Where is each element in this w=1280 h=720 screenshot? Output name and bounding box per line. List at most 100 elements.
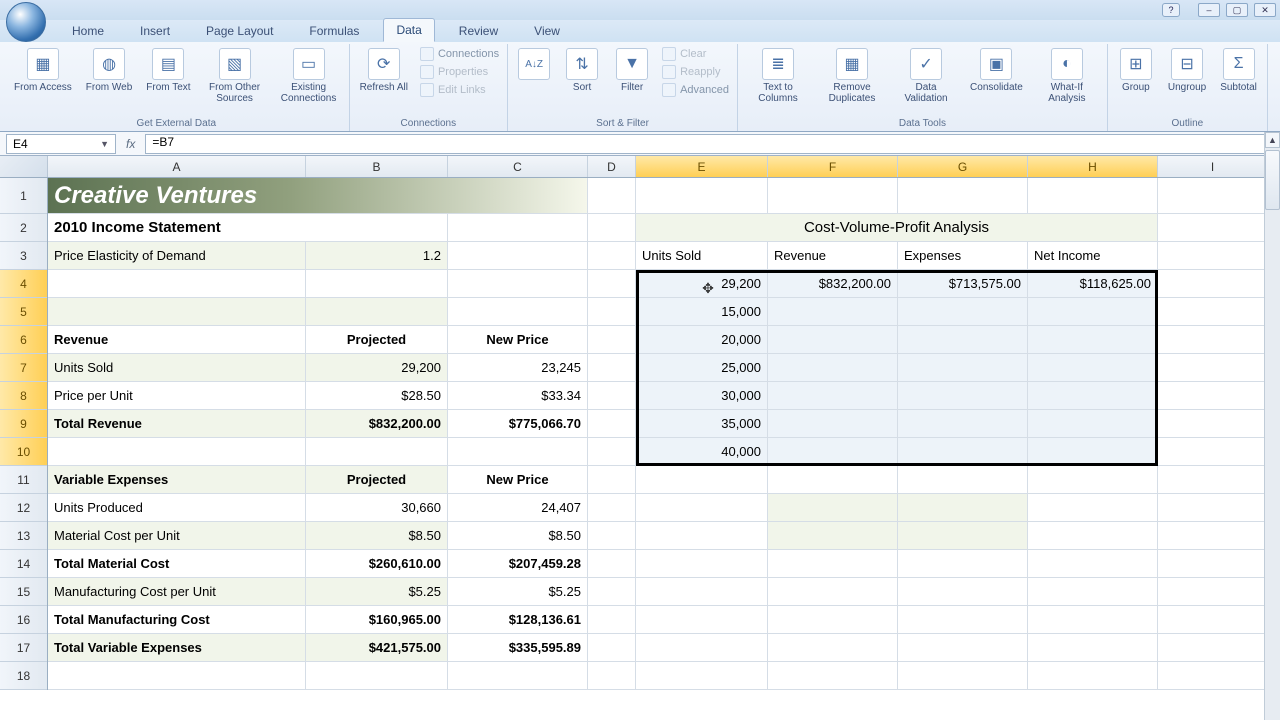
- row-11[interactable]: 11: [0, 466, 47, 494]
- cell-E6[interactable]: 20,000: [636, 326, 768, 354]
- cell-I6[interactable]: [1158, 326, 1268, 354]
- cell-H6[interactable]: [1028, 326, 1158, 354]
- col-E[interactable]: E: [636, 156, 768, 177]
- tab-view[interactable]: View: [522, 20, 572, 42]
- cell-A2[interactable]: 2010 Income Statement: [48, 214, 448, 242]
- cell-E3[interactable]: Units Sold: [636, 242, 768, 270]
- cell-F10[interactable]: [768, 438, 898, 466]
- cell-B18[interactable]: [306, 662, 448, 690]
- tab-formulas[interactable]: Formulas: [297, 20, 371, 42]
- cell-A6[interactable]: Revenue: [48, 326, 306, 354]
- cell-F1[interactable]: [768, 178, 898, 214]
- cell-C18[interactable]: [448, 662, 588, 690]
- cell-B4[interactable]: [306, 270, 448, 298]
- cell-H12[interactable]: [1028, 494, 1158, 522]
- cell-I7[interactable]: [1158, 354, 1268, 382]
- vertical-scrollbar[interactable]: ▲: [1264, 132, 1280, 720]
- row-8[interactable]: 8: [0, 382, 47, 410]
- cell-H8[interactable]: [1028, 382, 1158, 410]
- cell-C7[interactable]: 23,245: [448, 354, 588, 382]
- group-button[interactable]: ⊞Group: [1114, 46, 1158, 95]
- cell-H1[interactable]: [1028, 178, 1158, 214]
- cell-A14[interactable]: Total Material Cost: [48, 550, 306, 578]
- col-G[interactable]: G: [898, 156, 1028, 177]
- row-4[interactable]: 4: [0, 270, 47, 298]
- cell-C17[interactable]: $335,595.89: [448, 634, 588, 662]
- cell-C10[interactable]: [448, 438, 588, 466]
- cell-I5[interactable]: [1158, 298, 1268, 326]
- existing-connections-button[interactable]: ▭Existing Connections: [275, 46, 343, 106]
- cell-E17[interactable]: [636, 634, 768, 662]
- cell-B13[interactable]: $8.50: [306, 522, 448, 550]
- cell-F16[interactable]: [768, 606, 898, 634]
- cell-F4[interactable]: $832,200.00: [768, 270, 898, 298]
- cell-C12[interactable]: 24,407: [448, 494, 588, 522]
- cell-F18[interactable]: [768, 662, 898, 690]
- cell-I13[interactable]: [1158, 522, 1268, 550]
- cell-D17[interactable]: [588, 634, 636, 662]
- row-18[interactable]: 18: [0, 662, 47, 690]
- cell-A10[interactable]: [48, 438, 306, 466]
- col-F[interactable]: F: [768, 156, 898, 177]
- cell-H13[interactable]: [1028, 522, 1158, 550]
- cell-D11[interactable]: [588, 466, 636, 494]
- cell-G16[interactable]: [898, 606, 1028, 634]
- cell-F11[interactable]: [768, 466, 898, 494]
- sort-asc-button[interactable]: A↓Z: [514, 46, 554, 82]
- cell-G15[interactable]: [898, 578, 1028, 606]
- cell-I2[interactable]: [1158, 214, 1268, 242]
- cell-C6[interactable]: New Price: [448, 326, 588, 354]
- cell-D5[interactable]: [588, 298, 636, 326]
- cell-I14[interactable]: [1158, 550, 1268, 578]
- cell-H17[interactable]: [1028, 634, 1158, 662]
- cell-A5[interactable]: [48, 298, 306, 326]
- cell-H10[interactable]: [1028, 438, 1158, 466]
- cell-H3[interactable]: Net Income: [1028, 242, 1158, 270]
- cell-A12[interactable]: Units Produced: [48, 494, 306, 522]
- cell-C11[interactable]: New Price: [448, 466, 588, 494]
- data-validation-button[interactable]: ✓Data Validation: [892, 46, 960, 106]
- row-15[interactable]: 15: [0, 578, 47, 606]
- row-16[interactable]: 16: [0, 606, 47, 634]
- cell-B10[interactable]: [306, 438, 448, 466]
- cell-B9[interactable]: $832,200.00: [306, 410, 448, 438]
- cell-I10[interactable]: [1158, 438, 1268, 466]
- cell-I4[interactable]: [1158, 270, 1268, 298]
- scroll-up-button[interactable]: ▲: [1265, 132, 1280, 148]
- cell-I1[interactable]: [1158, 178, 1268, 214]
- cell-A1[interactable]: Creative Ventures: [48, 178, 588, 214]
- row-10[interactable]: 10: [0, 438, 47, 466]
- cell-B17[interactable]: $421,575.00: [306, 634, 448, 662]
- cell-D14[interactable]: [588, 550, 636, 578]
- cell-C14[interactable]: $207,459.28: [448, 550, 588, 578]
- cell-H14[interactable]: [1028, 550, 1158, 578]
- row-3[interactable]: 3: [0, 242, 47, 270]
- cell-I17[interactable]: [1158, 634, 1268, 662]
- help-button[interactable]: ?: [1162, 3, 1180, 17]
- cell-C4[interactable]: [448, 270, 588, 298]
- cell-E5[interactable]: 15,000: [636, 298, 768, 326]
- sort-button[interactable]: ⇅Sort: [560, 46, 604, 95]
- advanced-filter-button[interactable]: Advanced: [660, 82, 731, 98]
- row-12[interactable]: 12: [0, 494, 47, 522]
- cell-C3[interactable]: [448, 242, 588, 270]
- tab-review[interactable]: Review: [447, 20, 510, 42]
- cell-C5[interactable]: [448, 298, 588, 326]
- row-1[interactable]: 1: [0, 178, 47, 214]
- cell-C13[interactable]: $8.50: [448, 522, 588, 550]
- cell-E18[interactable]: [636, 662, 768, 690]
- cell-A18[interactable]: [48, 662, 306, 690]
- cell-H18[interactable]: [1028, 662, 1158, 690]
- cell-F7[interactable]: [768, 354, 898, 382]
- cell-A8[interactable]: Price per Unit: [48, 382, 306, 410]
- cell-F9[interactable]: [768, 410, 898, 438]
- cell-D4[interactable]: [588, 270, 636, 298]
- col-D[interactable]: D: [588, 156, 636, 177]
- cell-C16[interactable]: $128,136.61: [448, 606, 588, 634]
- cell-G7[interactable]: [898, 354, 1028, 382]
- cell-H4[interactable]: $118,625.00: [1028, 270, 1158, 298]
- cell-D18[interactable]: [588, 662, 636, 690]
- cell-B12[interactable]: 30,660: [306, 494, 448, 522]
- cell-B5[interactable]: [306, 298, 448, 326]
- cell-H16[interactable]: [1028, 606, 1158, 634]
